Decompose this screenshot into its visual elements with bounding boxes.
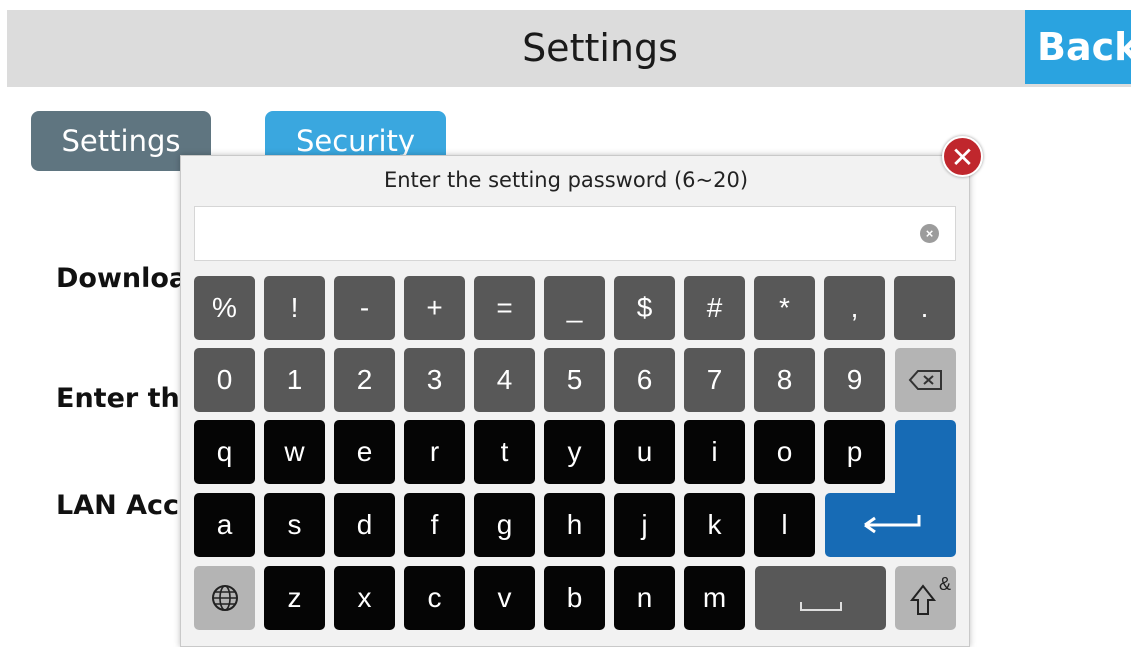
enter-label: Enter the (56, 383, 199, 414)
number-key-9[interactable]: 8 (754, 348, 815, 412)
symbol-key-5[interactable]: = (474, 276, 535, 340)
letter-key-4[interactable]: v (474, 566, 535, 630)
symbol-key-10[interactable]: , (824, 276, 885, 340)
language-key[interactable] (194, 566, 255, 630)
symbol-key-8[interactable]: # (684, 276, 745, 340)
letter-key-1[interactable]: q (194, 420, 255, 484)
number-key-4[interactable]: 3 (404, 348, 465, 412)
letter-key-5[interactable]: t (474, 420, 535, 484)
letter-key-6[interactable]: y (544, 420, 605, 484)
space-key[interactable] (755, 566, 886, 630)
password-input[interactable]: × (194, 206, 956, 261)
letter-key-3[interactable]: d (334, 493, 395, 557)
number-key-5[interactable]: 4 (474, 348, 535, 412)
back-button[interactable]: Back (1025, 10, 1131, 84)
shift-key[interactable]: & (895, 566, 956, 630)
number-key-3[interactable]: 2 (334, 348, 395, 412)
shift-symbol-mark: & (938, 574, 951, 594)
dialog-title: Enter the setting password (6~20) (383, 168, 749, 192)
close-icon[interactable]: ✕ (942, 136, 983, 177)
enter-key-icon-area[interactable] (825, 493, 956, 557)
number-key-2[interactable]: 1 (264, 348, 325, 412)
letter-key-6[interactable]: n (614, 566, 675, 630)
letter-key-7[interactable]: m (684, 566, 745, 630)
letter-key-9[interactable]: o (754, 420, 815, 484)
letter-key-3[interactable]: c (404, 566, 465, 630)
symbol-key-3[interactable]: - (334, 276, 395, 340)
letter-key-7[interactable]: u (614, 420, 675, 484)
letter-key-8[interactable]: k (684, 493, 745, 557)
page-title: Settings (522, 26, 678, 70)
letter-key-9[interactable]: l (754, 493, 815, 557)
symbol-key-2[interactable]: ! (264, 276, 325, 340)
letter-key-2[interactable]: s (264, 493, 325, 557)
backspace-icon (908, 370, 942, 390)
letter-key-8[interactable]: i (684, 420, 745, 484)
letter-key-2[interactable]: w (264, 420, 325, 484)
letter-key-3[interactable]: e (334, 420, 395, 484)
backspace-key[interactable] (895, 348, 956, 412)
download-label: Downloa (56, 263, 188, 294)
symbol-key-7[interactable]: $ (614, 276, 675, 340)
letter-key-6[interactable]: h (544, 493, 605, 557)
letter-key-7[interactable]: j (614, 493, 675, 557)
number-key-1[interactable]: 0 (194, 348, 255, 412)
enter-icon (864, 515, 921, 534)
symbol-key-9[interactable]: * (754, 276, 815, 340)
shift-symbols-icon (909, 584, 936, 615)
symbol-key-4[interactable]: + (404, 276, 465, 340)
enter-key-top[interactable] (895, 420, 956, 500)
symbol-key-1[interactable]: % (194, 276, 255, 340)
clear-input-icon[interactable]: × (920, 224, 939, 243)
letter-key-4[interactable]: f (404, 493, 465, 557)
lan-access-label: LAN Acc (56, 490, 180, 521)
symbol-key-11[interactable]: . (894, 276, 955, 340)
letter-key-5[interactable]: b (544, 566, 605, 630)
letter-key-2[interactable]: x (334, 566, 395, 630)
letter-key-4[interactable]: r (404, 420, 465, 484)
letter-key-1[interactable]: z (264, 566, 325, 630)
number-key-10[interactable]: 9 (824, 348, 885, 412)
number-key-6[interactable]: 5 (544, 348, 605, 412)
letter-key-10[interactable]: p (824, 420, 885, 484)
space-icon (799, 602, 842, 611)
letter-key-1[interactable]: a (194, 493, 255, 557)
number-key-8[interactable]: 7 (684, 348, 745, 412)
globe-icon (211, 585, 238, 611)
number-key-7[interactable]: 6 (614, 348, 675, 412)
symbol-key-6[interactable]: _ (544, 276, 605, 340)
letter-key-5[interactable]: g (474, 493, 535, 557)
